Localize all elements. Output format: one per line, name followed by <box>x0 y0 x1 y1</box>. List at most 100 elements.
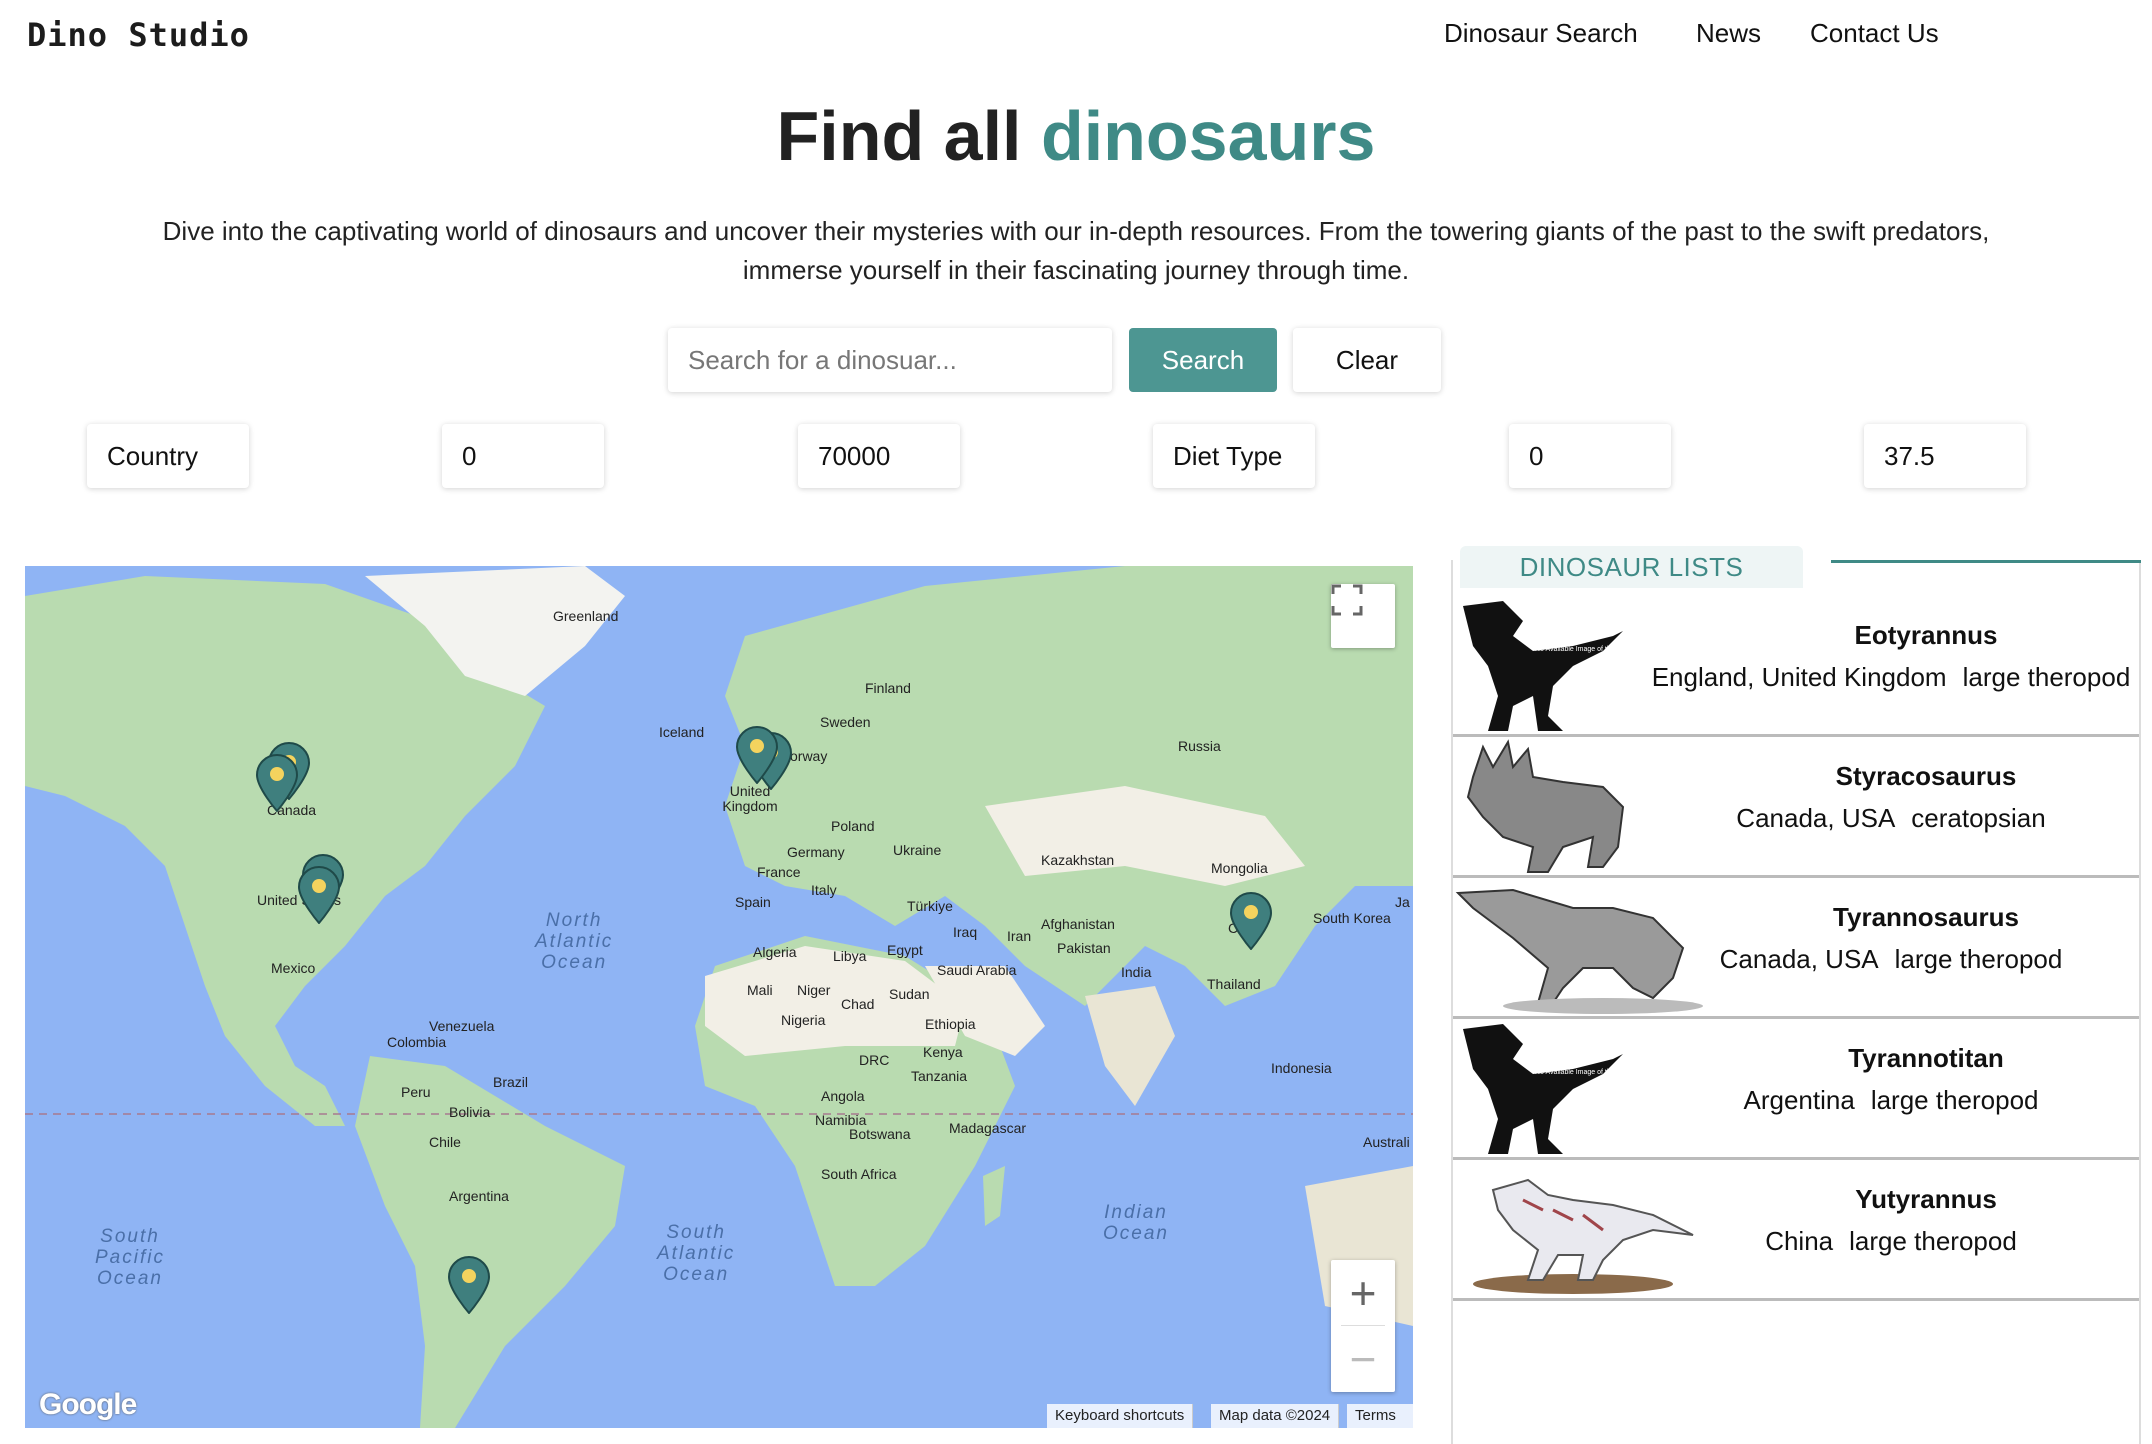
dino-name: Tyrannosaurus <box>1833 902 2019 932</box>
map-label-mexico: Mexico <box>271 960 316 976</box>
map-label-madagascar: Madagascar <box>949 1120 1027 1136</box>
map-data-attribution: Map data ©2024 <box>1211 1404 1340 1428</box>
no-image-text: No Available Image of this Dinosaur <box>1535 646 1646 653</box>
dino-diet: large theropod <box>1849 1226 2017 1256</box>
keyboard-shortcuts-link[interactable]: Keyboard shortcuts <box>1047 1404 1194 1428</box>
clear-button[interactable]: Clear <box>1293 328 1441 392</box>
map-label-italy: Italy <box>811 882 837 898</box>
dino-list-item-eotyrannus[interactable]: No Available Image of this Dinosaur Eoty… <box>1453 596 2139 737</box>
no-image-text: No Available Image of this Dinosaur <box>1535 1069 1646 1076</box>
dino-list-item-tyrannotitan[interactable]: No Available Image of this Dinosaur Tyra… <box>1453 1019 2139 1160</box>
minus-icon: − <box>1349 1333 1377 1385</box>
dino-diet: ceratopsian <box>1911 803 2046 833</box>
page-description: Dive into the captivating world of dinos… <box>162 216 1990 285</box>
map-label-thailand: Thailand <box>1207 976 1261 992</box>
max-filter-2[interactable] <box>1864 424 2026 488</box>
map-label-india: India <box>1121 964 1152 980</box>
diet-type-filter[interactable] <box>1153 424 1315 488</box>
zoom-in-button[interactable]: + <box>1331 1260 1395 1326</box>
nav-dinosaur-search[interactable]: Dinosaur Search <box>1444 18 1638 49</box>
dino-name: Eotyrannus <box>1854 620 1998 650</box>
dino-name: Styracosaurus <box>1835 761 2017 791</box>
terms-link[interactable]: Terms <box>1347 1404 1413 1428</box>
zoom-control: + − <box>1331 1260 1395 1392</box>
map-label-iraq: Iraq <box>953 924 978 940</box>
map-label-turkiye: Türkiye <box>907 898 953 914</box>
map-label-tanzania: Tanzania <box>911 1068 968 1084</box>
fullscreen-icon <box>1331 584 1363 616</box>
map-label-algeria: Algeria <box>753 944 797 960</box>
tab-underline <box>1831 560 2141 563</box>
ocean-indian: Indian Ocean <box>1103 1202 1169 1244</box>
map-label-finland: Finland <box>865 680 911 696</box>
dino-location: Canada, USA <box>1719 944 1879 974</box>
map-label-indonesia: Indonesia <box>1271 1060 1332 1076</box>
map-label-pakistan: Pakistan <box>1057 940 1111 956</box>
search-input[interactable] <box>668 328 1112 392</box>
world-map[interactable]: Greenland Iceland Finland Sweden orway R… <box>25 566 1413 1428</box>
map-label-poland: Poland <box>831 818 875 834</box>
map-label-angola: Angola <box>821 1088 865 1104</box>
map-marker-usa-2[interactable] <box>297 866 341 924</box>
map-label-greenland: Greenland <box>553 608 619 624</box>
map-label-sudan: Sudan <box>889 986 930 1002</box>
map-marker-argentina[interactable] <box>447 1256 491 1314</box>
dino-list-item-styracosaurus[interactable]: Styracosaurus Canada, USA ceratopsian <box>1453 737 2139 878</box>
dino-name: Tyrannotitan <box>1848 1043 2004 1073</box>
map-label-botswana: Botswana <box>849 1126 911 1142</box>
nav-news[interactable]: News <box>1696 18 1761 49</box>
map-label-germany: Germany <box>787 844 845 860</box>
dino-meta: Argentina large theropod <box>1643 1085 2139 1116</box>
map-label-kazakhstan: Kazakhstan <box>1041 852 1115 868</box>
max-filter-1[interactable] <box>798 424 960 488</box>
min-filter-2[interactable] <box>1509 424 1671 488</box>
dino-list-item-yutyrannus[interactable]: Yutyrannus China large theropod <box>1453 1160 2139 1301</box>
map-label-mali: Mali <box>747 982 773 998</box>
dino-location: Canada, USA <box>1736 803 1896 833</box>
map-marker-china[interactable] <box>1229 892 1273 950</box>
map-label-iceland: Iceland <box>659 724 705 740</box>
map-label-libya: Libya <box>833 948 867 964</box>
dino-list-item-tyrannosaurus[interactable]: Tyrannosaurus Canada, USA large theropod <box>1453 878 2139 1019</box>
fullscreen-button[interactable] <box>1331 584 1395 648</box>
map-label-afghanistan: Afghanistan <box>1041 916 1115 932</box>
google-logo[interactable]: Google <box>39 1388 137 1422</box>
map-label-ukraine: Ukraine <box>893 842 942 858</box>
map-label-south-korea: South Korea <box>1313 910 1391 926</box>
dino-meta: England, United Kingdom large theropod <box>1643 662 2139 693</box>
country-filter[interactable] <box>87 424 249 488</box>
dino-meta: China large theropod <box>1643 1226 2139 1257</box>
nav-contact-us[interactable]: Contact Us <box>1810 18 1939 49</box>
map-label-kenya: Kenya <box>923 1044 963 1060</box>
ocean-south-pacific: South Pacific Ocean <box>95 1226 165 1289</box>
map-label-spain: Spain <box>735 894 771 910</box>
map-label-argentina: Argentina <box>449 1188 509 1204</box>
map-label-chile: Chile <box>429 1134 461 1150</box>
plus-icon: + <box>1349 1267 1377 1319</box>
map-label-brazil: Brazil <box>493 1074 529 1090</box>
title-accent: dinosaurs <box>1040 97 1376 175</box>
map-label-iran: Iran <box>1007 928 1032 944</box>
dino-diet: large theropod <box>1962 662 2131 692</box>
min-filter-1[interactable] <box>442 424 604 488</box>
dino-diet: large theropod <box>1894 944 2063 974</box>
map-label-bolivia: Bolivia <box>449 1104 491 1120</box>
map-marker-uk-2[interactable] <box>735 726 779 784</box>
map-label-norway: orway <box>790 748 828 764</box>
dino-diet: large theropod <box>1870 1085 2039 1115</box>
map-label-chad: Chad <box>841 996 875 1012</box>
map-marker-canada-2[interactable] <box>255 754 299 812</box>
map-label-ethiopia: Ethiopia <box>925 1016 976 1032</box>
ocean-north-atlantic: North Atlantic Ocean <box>535 910 614 973</box>
search-button[interactable]: Search <box>1129 328 1277 392</box>
top-nav: Dinosaur Search News Contact Us <box>0 18 2152 58</box>
map-label-egypt: Egypt <box>887 942 923 958</box>
map-label-mongolia: Mongolia <box>1211 860 1268 876</box>
map-label-russia: Russia <box>1178 738 1221 754</box>
dino-meta: Canada, USA ceratopsian <box>1643 803 2139 834</box>
map-label-drc: DRC <box>859 1052 890 1068</box>
dinosaur-lists-tab[interactable]: DINOSAUR LISTS <box>1460 546 1803 588</box>
dino-meta: Canada, USA large theropod <box>1643 944 2139 975</box>
map-label-france: France <box>757 864 801 880</box>
zoom-out-button[interactable]: − <box>1331 1326 1395 1392</box>
